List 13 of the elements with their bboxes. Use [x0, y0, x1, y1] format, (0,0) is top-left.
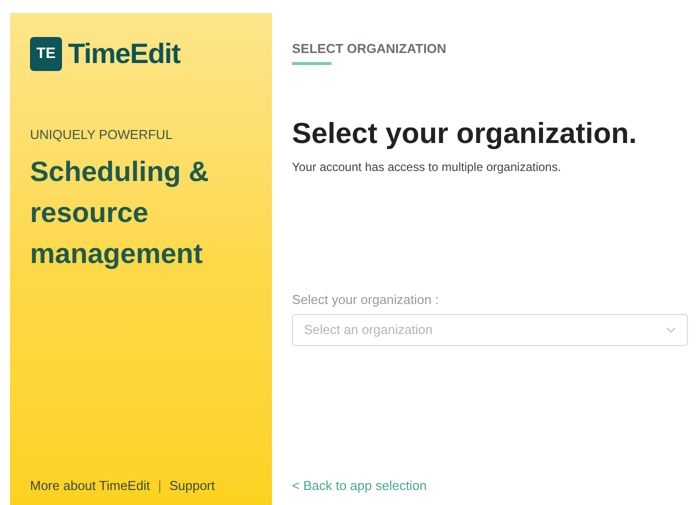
- logo-wordmark: TimeEdit: [68, 37, 180, 71]
- footer-link[interactable]: Support: [169, 476, 215, 495]
- footer-link[interactable]: More about TimeEdit: [30, 476, 150, 495]
- back-link[interactable]: < Back to app selection: [292, 476, 688, 495]
- page-title: Select your organization.: [292, 116, 638, 152]
- step-tab[interactable]: SELECT ORGANIZATION: [292, 39, 446, 64]
- headline: Scheduling & resource management: [30, 154, 210, 271]
- field-label: Select your organization :: [292, 291, 440, 309]
- eyebrow-text: UNIQUELY POWERFUL: [30, 126, 174, 144]
- chevron-down-icon: [666, 326, 676, 332]
- separator: |: [158, 476, 162, 495]
- logo-mark: TE: [30, 37, 62, 71]
- subtitle: Your account has access to multiple organizations.: [292, 159, 562, 176]
